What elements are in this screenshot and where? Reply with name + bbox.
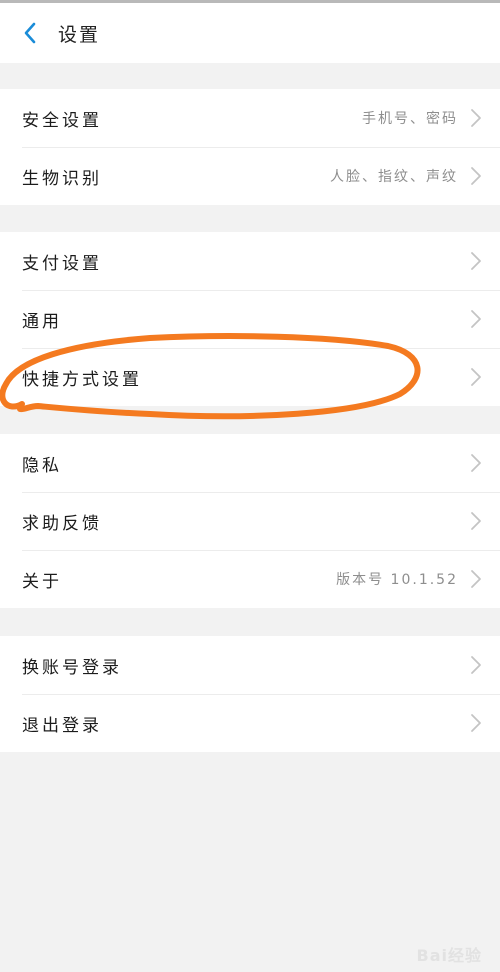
chevron-right-icon [471, 512, 481, 530]
settings-item-shortcuts[interactable]: 快捷方式设置 [0, 348, 500, 406]
settings-item-privacy[interactable]: 隐私 [0, 434, 500, 492]
settings-group-general: 支付设置 通用 快捷方式设置 [0, 232, 500, 406]
watermark: Bai经验 [416, 946, 482, 965]
chevron-left-icon [24, 22, 36, 44]
settings-item-label: 隐私 [22, 455, 62, 476]
settings-item-about[interactable]: 关于 版本号 10.1.52 [0, 550, 500, 608]
header-bar: 设置 [0, 3, 500, 63]
settings-item-label: 通用 [22, 311, 62, 332]
settings-item-general[interactable]: 通用 [0, 290, 500, 348]
settings-item-payment[interactable]: 支付设置 [0, 232, 500, 290]
settings-item-feedback[interactable]: 求助反馈 [0, 492, 500, 550]
settings-group-security: 安全设置 手机号、密码 生物识别 人脸、指纹、声纹 [0, 89, 500, 205]
settings-item-label: 关于 [22, 571, 62, 592]
settings-item-label: 换账号登录 [22, 657, 122, 678]
chevron-right-icon [471, 310, 481, 328]
settings-item-switch-account[interactable]: 换账号登录 [0, 636, 500, 694]
chevron-right-icon [471, 167, 481, 185]
chevron-right-icon [471, 109, 481, 127]
settings-item-biometrics[interactable]: 生物识别 人脸、指纹、声纹 [0, 147, 500, 205]
chevron-right-icon [471, 714, 481, 732]
page-title: 设置 [58, 23, 101, 46]
chevron-right-icon [471, 368, 481, 386]
settings-item-label: 快捷方式设置 [22, 369, 142, 390]
settings-group-about: 隐私 求助反馈 关于 版本号 10.1.52 [0, 434, 500, 608]
chevron-right-icon [471, 570, 481, 588]
settings-item-label: 退出登录 [22, 715, 102, 736]
chevron-right-icon [471, 454, 481, 472]
back-button[interactable] [8, 3, 52, 63]
settings-group-account: 换账号登录 退出登录 [0, 636, 500, 752]
chevron-right-icon [471, 656, 481, 674]
version-value: 版本号 10.1.52 [336, 572, 458, 588]
settings-item-label: 安全设置 [22, 110, 102, 131]
settings-item-security[interactable]: 安全设置 手机号、密码 [0, 89, 500, 147]
chevron-right-icon [471, 252, 481, 270]
settings-item-label: 求助反馈 [22, 513, 102, 534]
settings-item-logout[interactable]: 退出登录 [0, 694, 500, 752]
settings-item-value: 人脸、指纹、声纹 [330, 169, 458, 185]
settings-item-label: 生物识别 [22, 168, 102, 189]
settings-item-label: 支付设置 [22, 253, 102, 274]
settings-item-value: 手机号、密码 [362, 111, 458, 127]
